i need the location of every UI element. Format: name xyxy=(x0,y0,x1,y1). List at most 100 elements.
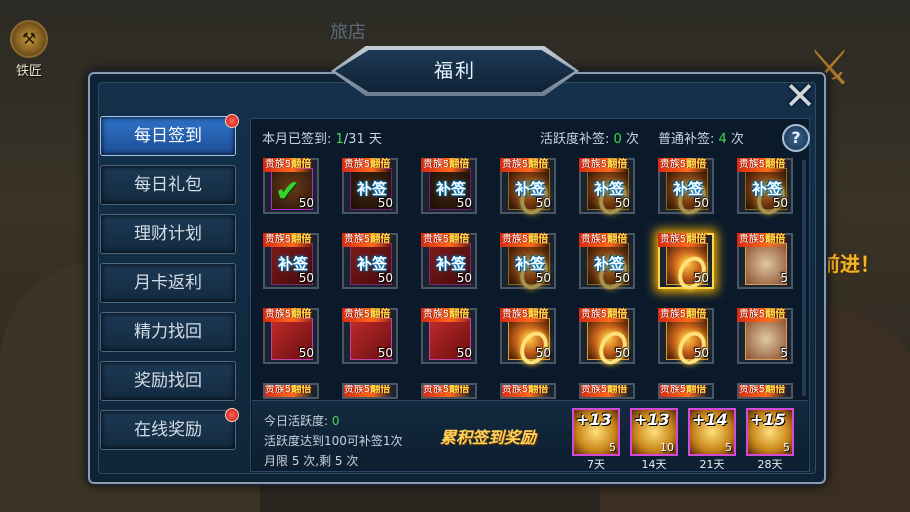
cumulative-reward-28[interactable]: +15 5 xyxy=(746,408,794,456)
item-quantity: 50 xyxy=(377,346,393,360)
menu-item-label: 奖励找回 xyxy=(134,371,202,391)
signin-day-cell[interactable]: 贵族5翻倍 50 xyxy=(342,308,398,364)
close-icon[interactable]: ✕ xyxy=(780,76,820,116)
menu-daily-signin[interactable]: 每日签到 xyxy=(100,114,239,156)
noble-double-ribbon: 贵族5翻倍 xyxy=(658,233,709,247)
noble-double-ribbon: 贵族5翻倍 xyxy=(579,158,630,172)
signin-day-cell[interactable]: 贵族5翻倍 50 xyxy=(579,308,635,369)
checkmark-icon: ✔ xyxy=(275,174,301,209)
help-icon[interactable]: ? xyxy=(782,124,810,152)
reward-day-label: 14天 xyxy=(641,458,667,471)
anvil-icon: ⚒ xyxy=(10,20,48,58)
signin-day-cell[interactable]: 贵族5翻倍 50 ✔ xyxy=(263,158,319,214)
notification-dot xyxy=(225,408,239,422)
grid-scrollbar[interactable] xyxy=(802,160,806,396)
signin-day-cell[interactable]: 贵族5翻倍 50 补签 xyxy=(342,233,398,289)
noble-double-ribbon: 贵族5翻倍 xyxy=(737,308,788,322)
noble-double-ribbon: 贵族5翻倍 xyxy=(342,158,393,172)
dialog-title-plate: 福利 xyxy=(331,46,579,96)
reward-qty: 10 xyxy=(660,441,674,454)
item-quantity: 50 xyxy=(693,346,709,360)
item-quantity: 5 xyxy=(780,346,788,360)
signin-day-cell[interactable]: 贵族5翻倍 5 xyxy=(737,233,793,289)
noble-double-ribbon: 贵族5翻倍 xyxy=(421,158,472,172)
blacksmith-label: 铁匠 xyxy=(15,64,42,79)
noble-double-ribbon: 贵族5翻倍 xyxy=(500,308,551,322)
signin-day-cell[interactable]: 贵族5翻倍 50 补签 xyxy=(500,233,556,294)
noble-double-ribbon: 贵族5翻倍 xyxy=(579,308,630,322)
menu-item-label: 在线奖励 xyxy=(134,420,202,440)
cumulative-reward-14[interactable]: +13 10 xyxy=(630,408,678,456)
noble-double-ribbon: 贵族5翻倍 xyxy=(500,233,551,247)
signin-day-cell[interactable]: 贵族5翻倍 50 xyxy=(658,233,714,294)
menu-finance-plan[interactable]: 理财计划 xyxy=(100,214,236,254)
signin-day-cell[interactable]: 贵族5翻倍 50 补签 xyxy=(579,233,635,294)
noble-double-ribbon: 贵族5翻倍 xyxy=(739,384,788,397)
cumulative-reward-title: 累积签到奖励 xyxy=(440,428,537,447)
reward-badge: +14 xyxy=(692,410,728,429)
signin-day-cell[interactable]: 贵族5翻倍 50 xyxy=(658,308,714,369)
reward-day-label: 7天 xyxy=(587,458,605,471)
cumulative-reward-21[interactable]: +14 5 xyxy=(688,408,736,456)
signin-day-cell[interactable]: 贵族5翻倍 50 xyxy=(263,308,319,364)
item-quantity: 50 xyxy=(693,271,709,285)
menu-item-label: 月卡返利 xyxy=(134,273,202,293)
signin-day-cell[interactable]: 贵族5翻倍 50 补签 xyxy=(263,233,319,289)
signin-day-cell[interactable]: 贵族5翻倍 50 xyxy=(421,308,477,364)
signin-day-cell[interactable]: 贵族5翻倍 xyxy=(737,383,793,399)
item-quantity: 50 xyxy=(456,346,472,360)
reward-badge: +15 xyxy=(750,410,786,429)
active-makeup-count: 活跃度补签: 0 次 xyxy=(540,132,639,147)
town-sign: 旅店 xyxy=(330,22,366,43)
signin-day-cell[interactable]: 贵族5翻倍 5 xyxy=(737,308,793,364)
noble-double-ribbon: 贵族5翻倍 xyxy=(342,308,393,322)
item-quantity: 5 xyxy=(780,271,788,285)
item-quantity: 50 xyxy=(298,346,314,360)
signin-day-cell[interactable]: 贵族5翻倍 xyxy=(579,383,635,399)
signin-day-cell[interactable]: 贵族5翻倍 50 补签 xyxy=(421,158,477,214)
noble-double-ribbon: 贵族5翻倍 xyxy=(658,158,709,172)
normal-makeup-count: 普通补签: 4 次 xyxy=(658,132,744,147)
reward-badge: +13 xyxy=(634,410,670,429)
signin-day-cell[interactable]: 贵族5翻倍 xyxy=(263,383,319,399)
signin-day-cell[interactable]: 贵族5翻倍 xyxy=(658,383,714,399)
menu-item-label: 精力找回 xyxy=(134,322,202,342)
noble-double-ribbon: 贵族5翻倍 xyxy=(263,233,314,247)
signin-day-cell[interactable]: 贵族5翻倍 50 补签 xyxy=(579,158,635,219)
signin-day-cell[interactable]: 贵族5翻倍 50 补签 xyxy=(737,158,793,219)
noble-double-ribbon: 贵族5翻倍 xyxy=(500,158,551,172)
noble-double-ribbon: 贵族5翻倍 xyxy=(421,233,472,247)
blacksmith-button[interactable]: ⚒ 铁匠 xyxy=(6,20,52,79)
noble-double-ribbon: 贵族5翻倍 xyxy=(581,384,630,397)
noble-double-ribbon: 贵族5翻倍 xyxy=(263,308,314,322)
go-forward-text[interactable]: 前进！ xyxy=(820,248,880,277)
noble-double-ribbon: 贵族5翻倍 xyxy=(421,308,472,322)
makeup-sign-label: 补签 xyxy=(514,180,545,198)
signin-day-cell[interactable]: 贵族5翻倍 50 补签 xyxy=(421,233,477,289)
dialog-title: 福利 xyxy=(433,60,476,82)
noble-double-ribbon: 贵族5翻倍 xyxy=(344,384,393,397)
activity-rule-text: 活跃度达到100可补签1次 xyxy=(264,434,403,448)
makeup-sign-label: 补签 xyxy=(356,180,387,198)
today-activity: 今日活跃度: 0 xyxy=(264,414,340,428)
menu-monthly-card[interactable]: 月卡返利 xyxy=(100,263,236,303)
item-quantity: 50 xyxy=(298,196,314,210)
monthly-limit-text: 月限 5 次,剩 5 次 xyxy=(264,454,359,468)
signin-stats: 本月已签到: 1/31 天 活跃度补签: 0 次 普通补签: 4 次 xyxy=(262,126,802,147)
signin-day-cell[interactable]: 贵族5翻倍 50 补签 xyxy=(500,158,556,219)
cumulative-reward-7[interactable]: +13 5 xyxy=(572,408,620,456)
signin-day-cell[interactable]: 贵族5翻倍 50 xyxy=(500,308,556,369)
signin-day-cell[interactable]: 贵族5翻倍 xyxy=(342,383,398,399)
signin-day-cell[interactable]: 贵族5翻倍 xyxy=(421,383,477,399)
menu-online-reward[interactable]: 在线奖励 xyxy=(100,408,239,450)
signin-day-cell[interactable]: 贵族5翻倍 50 补签 xyxy=(658,158,714,219)
noble-double-ribbon: 贵族5翻倍 xyxy=(737,233,788,247)
menu-item-label: 每日礼包 xyxy=(134,175,202,195)
signin-day-cell[interactable]: 贵族5翻倍 50 补签 xyxy=(342,158,398,214)
menu-reward-retrieve[interactable]: 奖励找回 xyxy=(100,361,236,401)
signin-day-cell[interactable]: 贵族5翻倍 xyxy=(500,383,556,399)
menu-energy-retrieve[interactable]: 精力找回 xyxy=(100,312,236,352)
item-quantity: 50 xyxy=(614,346,630,360)
makeup-sign-label: 补签 xyxy=(593,180,624,198)
menu-daily-gift[interactable]: 每日礼包 xyxy=(100,165,236,205)
